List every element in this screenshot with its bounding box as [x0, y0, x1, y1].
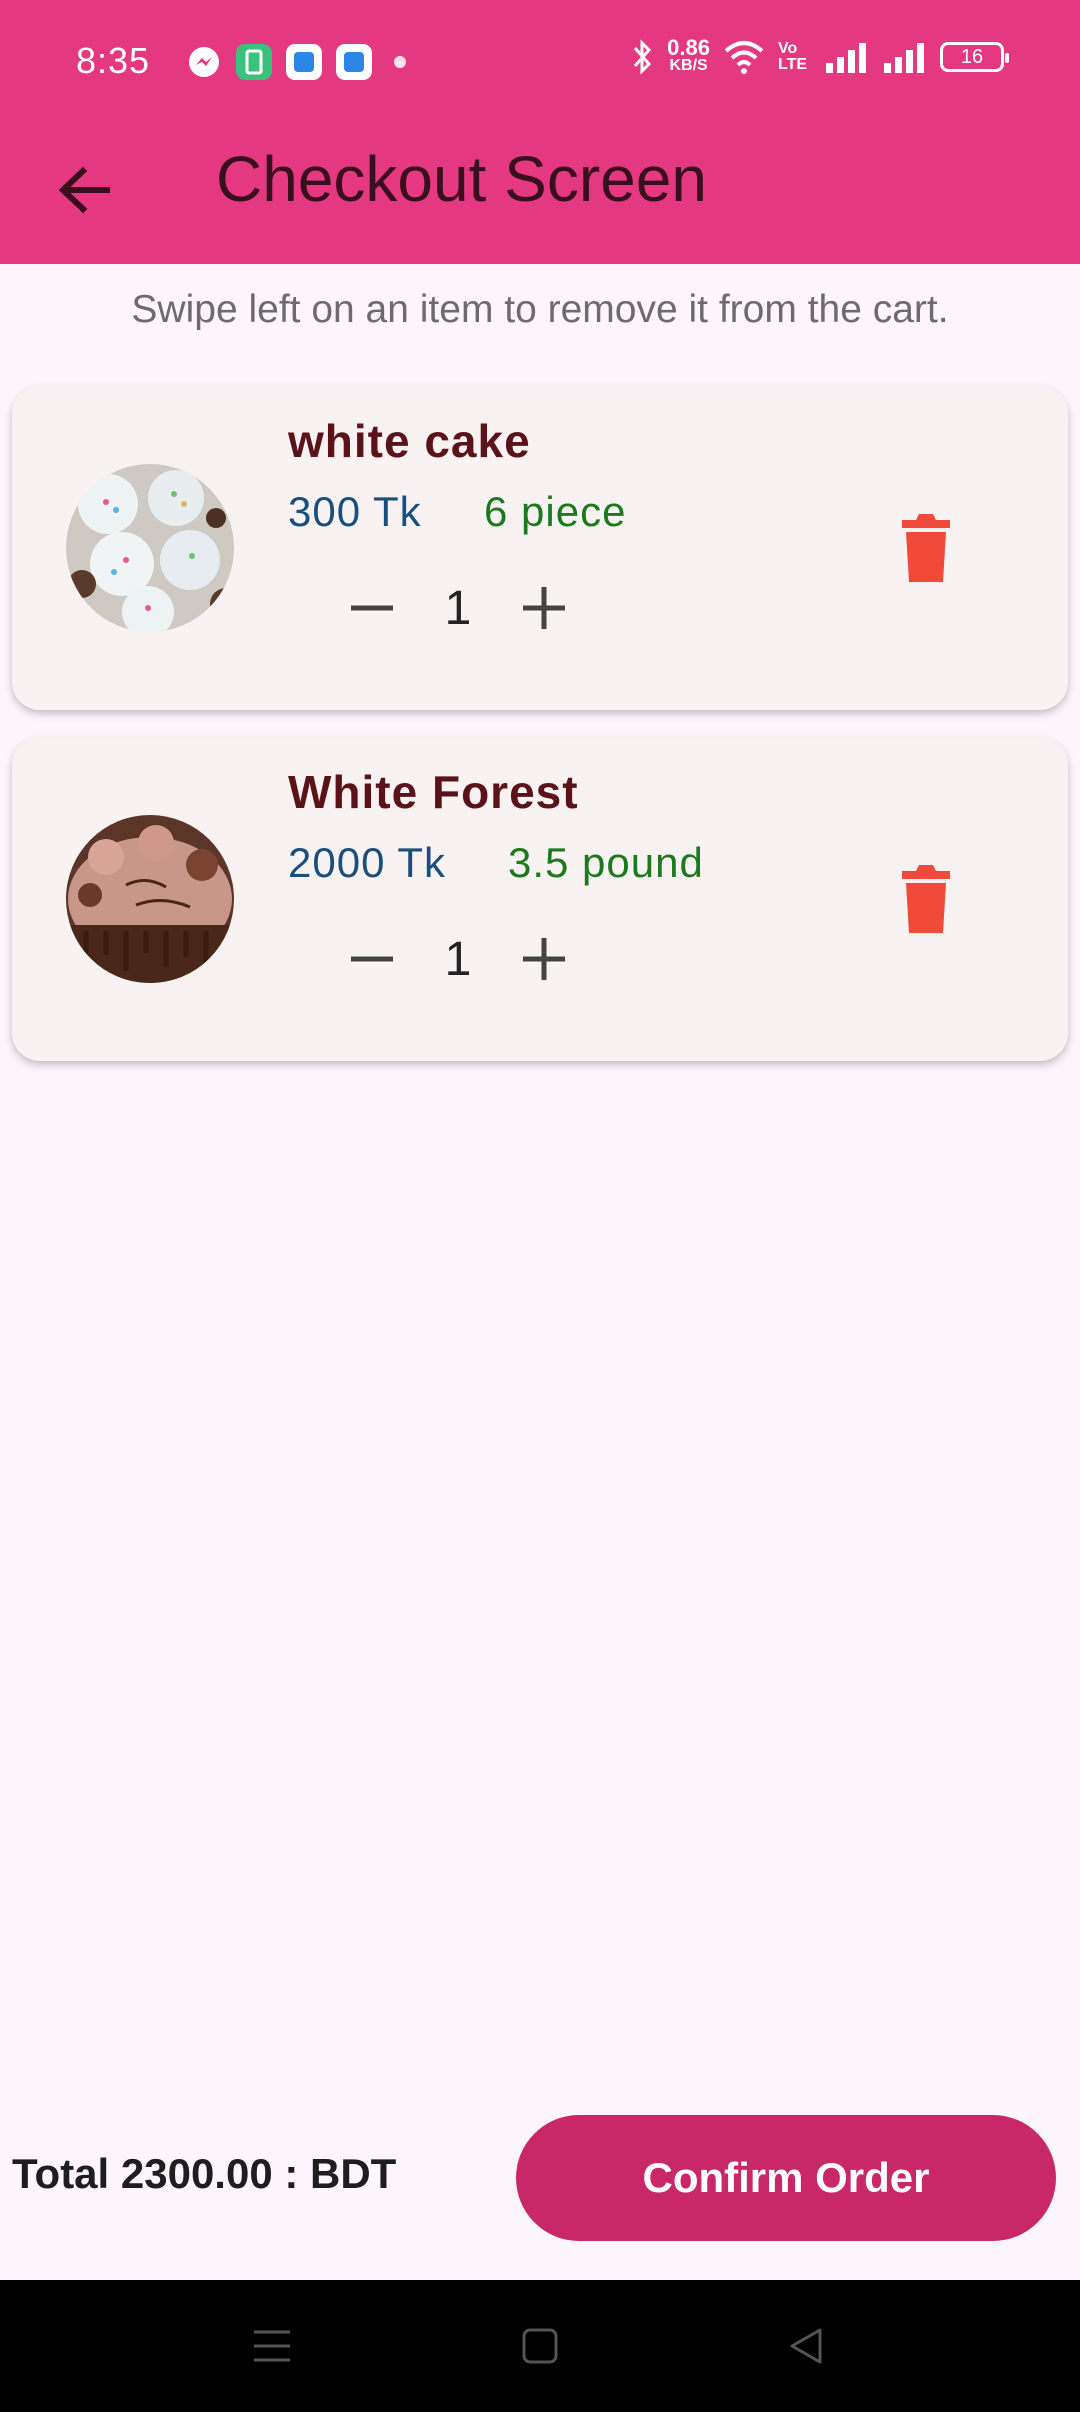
network-speed-value: 0.86 [667, 35, 710, 60]
minus-icon [351, 605, 393, 611]
item-quantity-label: 6 piece [484, 488, 627, 535]
swipe-hint: Swipe left on an item to remove it from … [131, 288, 949, 331]
header: 8:35 0.86 KB/S Vo LTE 16 Checkout Screen [0, 0, 1080, 264]
status-bar: 8:35 0.86 KB/S Vo LTE 16 [0, 0, 1080, 120]
app-notification-icon [236, 44, 272, 80]
item-quantity-label: 3.5 pound [508, 839, 704, 886]
app-bar: Checkout Screen [0, 120, 1080, 264]
order-total: Total 2300.00 : BDT [12, 2150, 397, 2197]
menu-icon[interactable] [250, 2324, 294, 2368]
item-name: White Forest [288, 766, 579, 818]
back-nav-icon[interactable] [784, 2324, 828, 2368]
status-indicators: 0.86 KB/S Vo LTE 16 [629, 35, 1009, 76]
minus-icon [351, 956, 393, 962]
item-count: 1 [444, 932, 472, 986]
delete-button[interactable] [888, 510, 964, 586]
battery-icon: 16 [940, 42, 1009, 72]
chocolate-cake-image [66, 815, 234, 983]
cart-item[interactable]: white cake 300 Tk 6 piece 1 [12, 386, 1068, 710]
cart-item[interactable]: White Forest 2000 Tk 3.5 pound 1 [12, 737, 1068, 1061]
messenger-icon [186, 44, 222, 80]
plus-icon [523, 938, 565, 980]
confirm-order-button[interactable]: Confirm Order [516, 2115, 1056, 2241]
trash-icon [902, 514, 950, 582]
increase-button[interactable] [500, 572, 588, 644]
signal-icon [884, 43, 924, 73]
volte-indicator: Vo LTE [778, 40, 808, 73]
decrease-button[interactable] [328, 572, 416, 644]
cupcakes-image [66, 464, 234, 632]
quantity-stepper: 1 [328, 923, 588, 995]
arrow-left-icon [58, 166, 110, 214]
network-speed-unit: KB/S [669, 57, 708, 74]
item-price: 2000 Tk [288, 839, 446, 886]
trash-icon [902, 865, 950, 933]
item-count: 1 [444, 581, 472, 635]
page-title: Checkout Screen [216, 143, 707, 215]
app-notification-icon [286, 44, 322, 80]
home-icon[interactable] [518, 2324, 562, 2368]
item-price: 300 Tk [288, 488, 422, 535]
network-speed: 0.86 KB/S [667, 35, 710, 75]
plus-icon [523, 587, 565, 629]
wifi-icon [724, 41, 764, 74]
quantity-stepper: 1 [328, 572, 588, 644]
status-time: 8:35 [76, 40, 151, 81]
more-notifications-dot [394, 56, 406, 68]
delete-button[interactable] [888, 861, 964, 937]
item-name: white cake [288, 415, 531, 467]
system-nav-bar [0, 2280, 1080, 2412]
increase-button[interactable] [500, 923, 588, 995]
decrease-button[interactable] [328, 923, 416, 995]
app-notification-icon [336, 44, 372, 80]
bluetooth-icon [634, 39, 652, 75]
back-button[interactable] [44, 150, 124, 230]
signal-icon [826, 43, 866, 73]
notification-icons [186, 44, 406, 80]
